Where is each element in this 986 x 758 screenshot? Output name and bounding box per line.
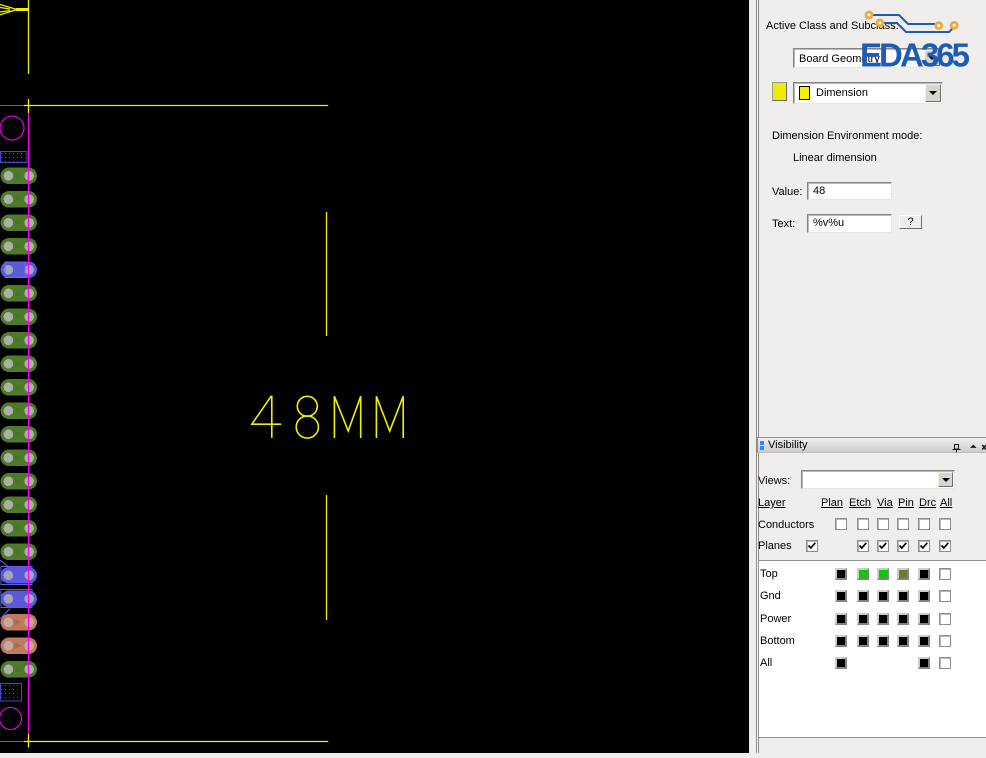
svg-text:EDA365: EDA365 (860, 37, 970, 74)
